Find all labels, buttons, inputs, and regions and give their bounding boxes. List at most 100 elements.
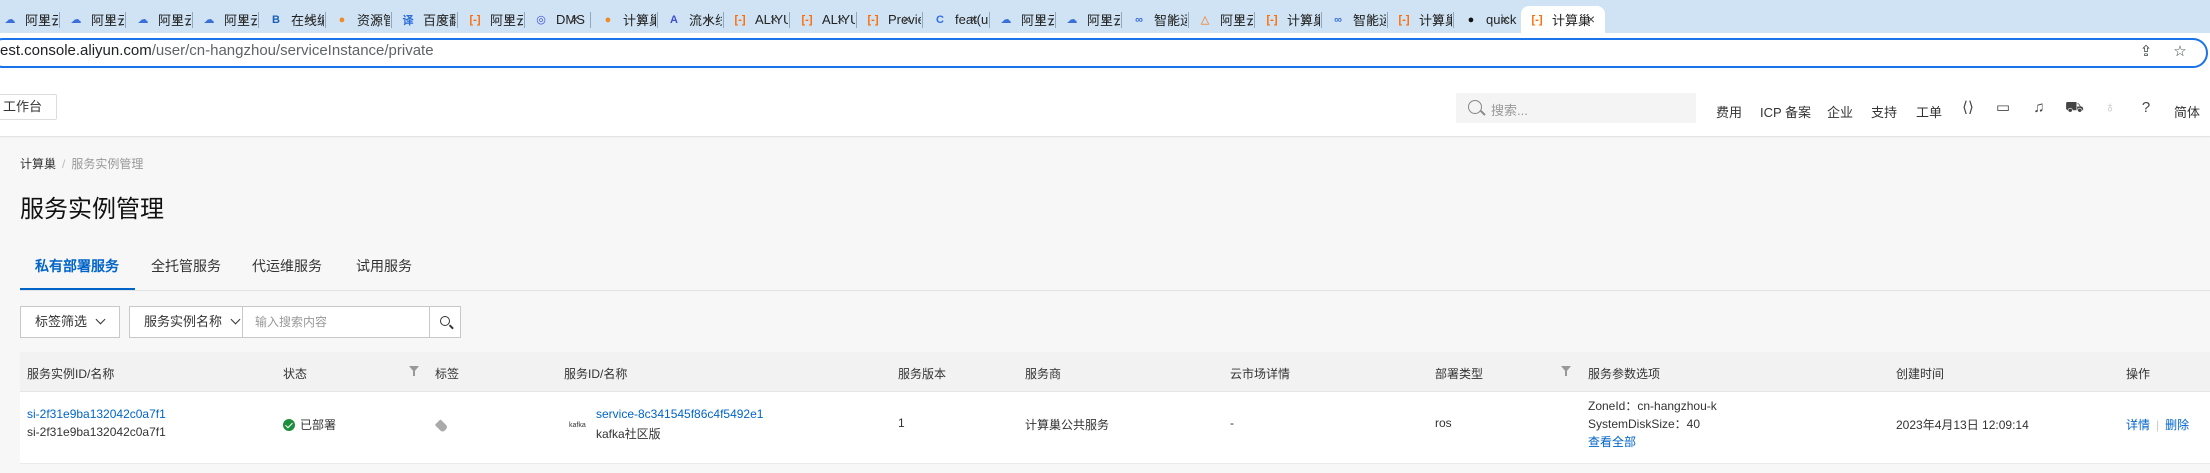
help-icon[interactable]: ? xyxy=(2137,99,2155,117)
close-icon[interactable]: × xyxy=(1036,11,1044,27)
service-provider: 计算巢公共服务 xyxy=(1025,418,1110,432)
cloud-icon: ☁ xyxy=(70,14,82,26)
browser-tab[interactable]: B 在线编 × xyxy=(260,6,324,33)
close-icon[interactable]: × xyxy=(173,11,181,27)
close-icon[interactable]: × xyxy=(1368,11,1376,27)
workbench-button[interactable]: 工作台 xyxy=(0,94,58,120)
filter-icon[interactable] xyxy=(1561,366,1571,376)
row-actions: 详情 | 删除 xyxy=(2126,416,2189,433)
tab-fully-managed[interactable]: 全托管服务 xyxy=(151,256,221,290)
breadcrumb-root[interactable]: 计算巢 xyxy=(20,157,56,171)
browser-tab[interactable]: ● quick × xyxy=(1455,6,1519,33)
chevron-down-icon xyxy=(95,314,106,325)
service-id-link[interactable]: service-8c341545f86c4f5492e1 xyxy=(596,407,763,421)
tab-separator xyxy=(922,12,923,28)
column-header: 部署类型 xyxy=(1435,367,1484,381)
close-icon[interactable]: × xyxy=(372,11,380,27)
browser-tab[interactable]: ☁ 阿里云 × xyxy=(1056,6,1121,33)
column-header: 操作 xyxy=(2126,367,2151,381)
close-icon[interactable]: × xyxy=(306,11,314,27)
nav-link-enterprise[interactable]: 企业 xyxy=(1827,102,1853,121)
status-badge: 已部署 xyxy=(283,416,336,433)
column-header: 服务商 xyxy=(1025,367,1062,381)
search-button[interactable] xyxy=(429,306,461,338)
tab-trial[interactable]: 试用服务 xyxy=(356,256,412,290)
terminal-icon[interactable]: ▭ xyxy=(1994,99,2012,117)
close-icon[interactable]: × xyxy=(1587,11,1595,27)
nav-link-tickets[interactable]: 工单 xyxy=(1916,102,1942,121)
close-icon[interactable]: × xyxy=(438,11,446,27)
close-icon[interactable]: × xyxy=(1434,11,1442,27)
browser-tab[interactable]: ◎ DMS × xyxy=(525,6,589,33)
breadcrumb: 计算巢 / 服务实例管理 xyxy=(20,155,143,172)
browser-tab[interactable]: ∞ 智能运 × xyxy=(1322,6,1386,33)
close-icon[interactable]: × xyxy=(837,11,845,27)
code-icon[interactable]: ⟨⟩ xyxy=(1959,99,1977,117)
close-icon[interactable]: × xyxy=(571,11,579,27)
close-icon[interactable]: × xyxy=(638,11,646,27)
instance-search-input[interactable]: 输入搜索内容 xyxy=(242,306,430,338)
view-all-params-link[interactable]: 查看全部 xyxy=(1588,433,1636,450)
browser-tab[interactable]: 译百度翻 × xyxy=(392,6,457,33)
browser-tab[interactable]: ☁ 阿里云 × xyxy=(193,6,258,33)
browser-address-bar: est.console.aliyun.com/user/cn-hangzhou/… xyxy=(0,33,2210,75)
cart-icon[interactable]: ⛟ xyxy=(2065,99,2084,117)
column-header: 标签 xyxy=(435,367,460,381)
browser-tab[interactable]: [-] 计算巢 × xyxy=(1256,6,1321,33)
close-icon[interactable]: × xyxy=(970,11,978,27)
tag-filter-dropdown[interactable]: 标签筛选 xyxy=(20,306,120,338)
bookmark-star-icon[interactable]: ☆ xyxy=(2170,42,2190,62)
global-search-input[interactable]: 搜索... xyxy=(1456,93,1696,123)
browser-tab[interactable]: [-]ALIYUN× xyxy=(724,6,789,33)
filter-icon[interactable] xyxy=(409,366,419,376)
close-icon[interactable]: × xyxy=(1169,11,1177,27)
check-circle-icon xyxy=(283,419,295,431)
browser-tab[interactable]: Cfeat(ui × xyxy=(924,6,988,33)
aliyun-icon: [-] xyxy=(801,13,813,26)
close-icon[interactable]: × xyxy=(903,11,911,27)
search-field-select[interactable]: 服务实例名称 xyxy=(129,306,243,338)
tag-icon[interactable] xyxy=(434,419,449,433)
page-content: 计算巢 / 服务实例管理 服务实例管理 私有部署服务 全托管服务 代运维服务 试用服… xyxy=(0,138,2210,473)
browser-tab[interactable]: [-]ALIYUN× xyxy=(791,6,856,33)
share-icon[interactable]: ⇪ xyxy=(2136,42,2156,62)
created-time: 2023年4月13日 12:09:14 xyxy=(1896,418,2029,432)
close-icon[interactable]: × xyxy=(1302,11,1310,27)
close-icon[interactable]: × xyxy=(40,11,48,27)
close-icon[interactable]: × xyxy=(1102,11,1110,27)
tab-managed-ops[interactable]: 代运维服务 xyxy=(252,256,322,290)
browser-tab[interactable]: ● 资源管 × xyxy=(326,6,390,33)
close-icon[interactable]: × xyxy=(704,11,712,27)
nav-link-billing[interactable]: 费用 xyxy=(1716,102,1742,121)
detail-link[interactable]: 详情 xyxy=(2126,418,2150,432)
url-text[interactable]: est.console.aliyun.com/user/cn-hangzhou/… xyxy=(0,42,434,59)
close-icon[interactable]: × xyxy=(505,11,513,27)
nav-link-icp[interactable]: ICP 备案 xyxy=(1760,102,1811,121)
browser-tab[interactable]: ∞ 智能运 × xyxy=(1123,6,1187,33)
kafka-logo-icon: kafka xyxy=(569,422,586,429)
close-icon[interactable]: × xyxy=(770,11,778,27)
browser-tab[interactable]: ☁ 阿里云 × xyxy=(60,6,125,33)
browser-tab[interactable]: A 流水线 × xyxy=(658,6,722,33)
language-switch[interactable]: 简体 xyxy=(2174,102,2200,121)
browser-tab[interactable]: ☁ 阿里云 × xyxy=(990,6,1055,33)
browser-tab[interactable]: ● 计算巢 × xyxy=(592,6,656,33)
tab-separator xyxy=(457,12,458,28)
browser-tab[interactable]: [-] 计算巢 × xyxy=(1388,6,1453,33)
browser-tab[interactable]: ☁ 阿里云 × xyxy=(0,6,59,33)
browser-tab[interactable]: [-] 计算巢 × xyxy=(1521,6,1605,33)
delete-link[interactable]: 删除 xyxy=(2165,418,2189,432)
close-icon[interactable]: × xyxy=(239,11,247,27)
close-icon[interactable]: × xyxy=(106,11,114,27)
browser-tab[interactable]: [-] 阿里云 × xyxy=(459,6,524,33)
lightbulb-icon[interactable]: ♁ xyxy=(2101,99,2119,117)
browser-tab[interactable]: △ 阿里云 × xyxy=(1189,6,1253,33)
tab-private-deploy[interactable]: 私有部署服务 xyxy=(35,256,119,290)
bell-icon[interactable]: ♫ xyxy=(2030,99,2048,117)
close-icon[interactable]: × xyxy=(1501,11,1509,27)
close-icon[interactable]: × xyxy=(1235,11,1243,27)
nav-link-support[interactable]: 支持 xyxy=(1871,102,1897,121)
browser-tab[interactable]: ☁ 阿里云 × xyxy=(127,6,192,33)
instance-id-link[interactable]: si-2f31e9ba132042c0a7f1 xyxy=(27,407,166,421)
browser-tab[interactable]: [-]Preview× xyxy=(857,6,922,33)
